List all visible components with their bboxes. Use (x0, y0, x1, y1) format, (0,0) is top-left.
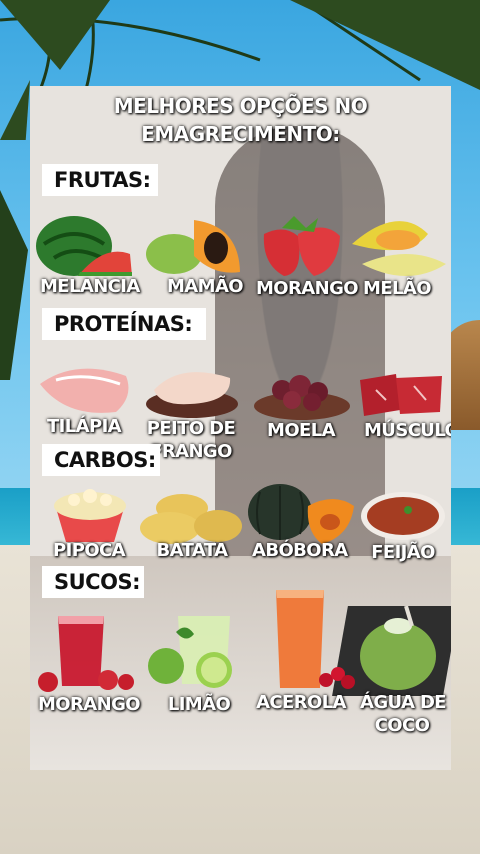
page-title: MELHORES OPÇÕES NO EMAGRECIMENTO: (30, 92, 451, 148)
label-feijao: FEIJÃO (371, 542, 435, 563)
title-line-2: EMAGRECIMENTO: (141, 122, 340, 146)
label-mamao: MAMÃO (167, 276, 244, 297)
palm-left-leaf-icon (0, 190, 28, 380)
strawberry-juice-icon (38, 616, 134, 692)
label-abobora: ABÓBORA (252, 540, 348, 561)
label-melao: MELÃO (363, 278, 432, 299)
pumpkin-icon (248, 484, 354, 544)
beans-icon (361, 492, 445, 540)
coconut-icon (360, 606, 436, 690)
label-musculo: MÚSCULO (364, 420, 451, 441)
label-coco: COCO (374, 715, 430, 736)
gizzard-icon (254, 375, 350, 420)
label-suco-limao: LIMÃO (167, 694, 231, 715)
melon-icon (352, 221, 446, 276)
section-carbos: CARBOS: (42, 444, 160, 476)
chicken-breast-icon (146, 372, 238, 418)
papaya-icon (146, 220, 240, 274)
label-tilapia: TILÁPIA (47, 416, 122, 437)
strawberry-icon (263, 216, 340, 276)
section-sucos: SUCOS: (42, 566, 144, 598)
label-batata: BATATA (156, 540, 228, 561)
potato-icon (140, 494, 242, 544)
label-melancia: MELANCIA (40, 276, 140, 297)
title-line-1: MELHORES OPÇÕES NO (113, 94, 368, 118)
label-suco-acerola: ACEROLA (256, 692, 346, 713)
infographic-card: MELHORES OPÇÕES NO EMAGRECIMENTO: FRUTAS… (30, 86, 451, 770)
lime-juice-icon (148, 616, 232, 688)
label-agua-de: ÁGUA DE (360, 692, 447, 713)
label-moela: MOELA (267, 420, 336, 441)
tilapia-icon (40, 368, 129, 413)
section-proteinas: PROTEÍNAS: (42, 308, 206, 340)
beef-icon (360, 374, 442, 416)
label-morango: MORANGO (256, 278, 359, 299)
label-suco-morango: MORANGO (38, 694, 141, 715)
acerola-juice-icon (276, 590, 355, 689)
label-peito-de: PEITO DE (146, 418, 236, 439)
watermelon-icon (36, 216, 132, 276)
label-pipoca: PIPOCA (53, 540, 126, 561)
section-frutas: FRUTAS: (42, 164, 158, 196)
popcorn-icon (54, 489, 126, 542)
